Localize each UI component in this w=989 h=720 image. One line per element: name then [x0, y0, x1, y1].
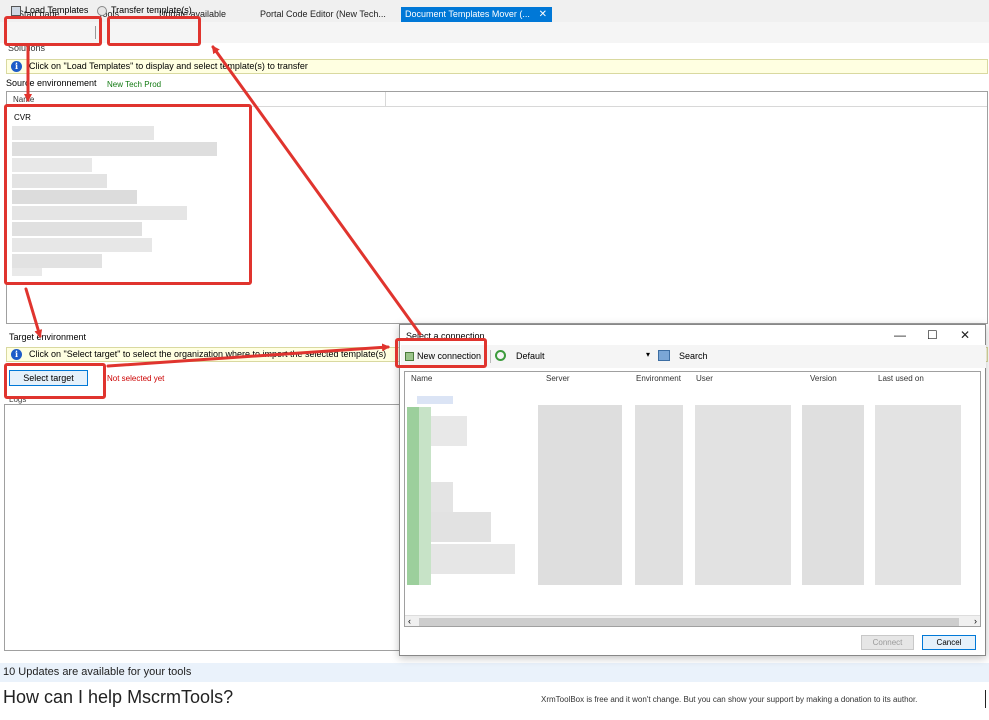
source-env-value[interactable]: New Tech Prod [107, 79, 161, 90]
info-icon: i [11, 61, 22, 72]
table-row[interactable] [431, 544, 515, 574]
annotation-box-templates [4, 104, 252, 285]
load-templates-label: Load Templates [25, 5, 89, 15]
load-templates-icon [11, 6, 21, 16]
connect-button[interactable]: Connect [861, 635, 914, 650]
column-header-last-used[interactable]: Last used on [878, 374, 924, 383]
updates-status-bar[interactable]: 10 Updates are available for your tools [0, 663, 989, 682]
transfer-icon [97, 6, 107, 16]
table-row[interactable] [802, 405, 864, 585]
cancel-button[interactable]: Cancel [922, 635, 976, 650]
annotation-box-transfer [107, 16, 201, 46]
table-row[interactable] [695, 405, 791, 585]
table-row[interactable] [407, 407, 419, 585]
search-label[interactable]: Search [679, 351, 708, 361]
logs-textbox[interactable] [4, 404, 401, 651]
table-row[interactable] [635, 405, 683, 585]
connection-file-select[interactable]: Default [516, 351, 545, 361]
select-connection-dialog[interactable]: Select a connection — ☐ ✕ New connection… [399, 324, 986, 656]
donation-text: XrmToolBox is free and it won't change. … [541, 695, 918, 704]
column-header-server[interactable]: Server [546, 374, 570, 383]
dialog-toolbar: New connection Default ▾ Search [401, 345, 986, 368]
annotation-box-new-connection [395, 338, 487, 368]
table-row[interactable] [431, 512, 491, 542]
column-header-version[interactable]: Version [810, 374, 837, 383]
scroll-right-icon[interactable]: › [974, 616, 977, 626]
transfer-templates-label: Transfer template(s) [111, 5, 192, 15]
text-caret [985, 690, 986, 708]
minimize-icon[interactable]: — [894, 328, 906, 342]
dialog-toolbar-separator [490, 350, 491, 363]
column-header-environment[interactable]: Environment [636, 374, 681, 383]
scrollbar-thumb[interactable] [419, 618, 959, 626]
chevron-down-icon[interactable]: ▾ [646, 350, 650, 359]
target-env-label: Target environment [9, 332, 87, 342]
column-divider [385, 92, 386, 106]
annotation-box-load [4, 16, 102, 46]
tab-close-icon[interactable]: ✕ [539, 7, 547, 22]
close-icon[interactable]: ✕ [960, 328, 970, 342]
table-row[interactable] [538, 405, 622, 585]
column-header-user[interactable]: User [696, 374, 713, 383]
info-icon: i [11, 349, 22, 360]
solutions-info-bar: i Click on "Load Templates" to display a… [6, 59, 988, 74]
solutions-info-text: Click on "Load Templates" to display and… [29, 61, 308, 71]
table-row[interactable] [417, 396, 453, 404]
column-header-name[interactable]: Name [411, 374, 432, 383]
table-row[interactable] [431, 416, 467, 446]
horizontal-scrollbar[interactable]: ‹ › [405, 615, 980, 626]
target-status: Not selected yet [107, 374, 165, 383]
tab-portal-code-editor[interactable]: Portal Code Editor (New Tech... [256, 7, 390, 22]
table-row[interactable] [431, 482, 453, 512]
tab-document-templates-mover[interactable]: Document Templates Mover (... ✕ [401, 7, 552, 22]
connections-grid[interactable]: Name Server Environment User Version Las… [404, 371, 981, 627]
annotation-box-select-target [4, 363, 106, 399]
refresh-icon[interactable] [495, 350, 506, 361]
maximize-icon[interactable]: ☐ [927, 328, 938, 342]
table-row[interactable] [875, 405, 961, 585]
source-env-label: Source environnement [6, 78, 97, 88]
help-link[interactable]: How can I help MscrmTools? [3, 687, 233, 708]
table-row[interactable] [419, 407, 431, 585]
search-icon[interactable] [658, 350, 670, 361]
target-info-text: Click on "Select target" to select the o… [29, 349, 387, 359]
updates-text[interactable]: 10 Updates are available for your tools [3, 666, 191, 678]
tab-active-label: Document Templates Mover (... [405, 9, 530, 19]
scroll-left-icon[interactable]: ‹ [408, 616, 411, 626]
